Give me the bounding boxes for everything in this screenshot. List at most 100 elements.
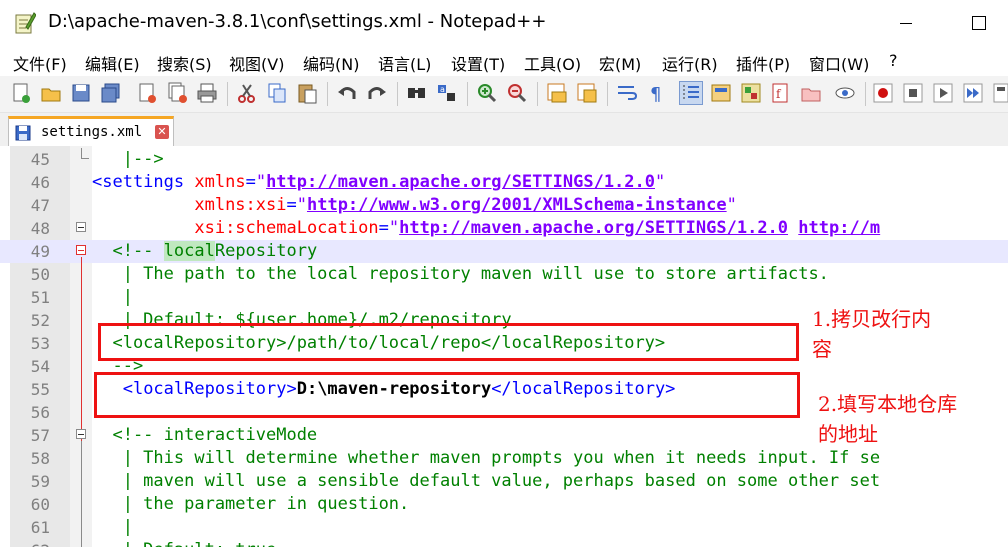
fold-toggle[interactable] [76,222,86,232]
doc-map-icon[interactable] [740,82,762,104]
close-icon[interactable] [136,82,158,104]
code-line: <!-- localRepository [92,241,318,261]
editor-line: 47 xmlns:xsi="http://www.w3.org/2001/XML… [0,194,1008,217]
menu-search[interactable]: 搜索(S) [157,51,212,75]
copy-icon[interactable] [266,82,288,104]
annotation-box-local-repo [94,372,800,418]
code-line: | [92,287,133,307]
line-number: 46 [30,173,50,192]
zoom-in-icon[interactable] [476,82,498,104]
menu-file[interactable]: 文件(F) [13,51,67,75]
line-number: 50 [30,265,50,284]
function-list-icon[interactable]: f [770,82,792,104]
maximize-button[interactable] [958,10,998,36]
code-line: | This will determine whether maven prom… [92,448,881,468]
indent-guide-icon[interactable] [679,81,703,105]
line-number: 51 [30,288,50,307]
close-all-icon[interactable] [166,82,188,104]
toolbar-separator [327,82,328,106]
svg-text:a: a [440,85,445,94]
tab-settings-xml[interactable]: settings.xml ✕ [8,116,174,146]
tab-bar: settings.xml ✕ [0,113,1008,147]
menu-tools[interactable]: 工具(O) [524,51,581,75]
annotation-box-copy [98,323,799,361]
save-icon[interactable] [70,82,92,104]
undo-icon[interactable] [336,82,358,104]
code-line: | the parameter in question. [92,494,410,514]
editor-line: 59 | maven will use a sensible default v… [0,470,1008,493]
menu-encoding[interactable]: 编码(N) [303,51,359,75]
save-all-icon[interactable] [100,82,122,104]
menu-language[interactable]: 语言(L) [378,51,431,75]
print-icon[interactable] [196,82,218,104]
line-number: 56 [30,403,50,422]
line-number: 53 [30,334,50,353]
sync-h-icon[interactable] [576,82,598,104]
svg-text:¶: ¶ [650,84,661,104]
editor-line: 60 | the parameter in question. [0,493,1008,516]
cut-icon[interactable] [236,82,258,104]
annotation-copy-line: 1.拷贝改行内 容 [812,307,932,361]
menu-edit[interactable]: 编辑(E) [85,51,140,75]
record-macro-icon[interactable] [872,82,894,104]
line-number: 57 [30,426,50,445]
redo-icon[interactable] [366,82,388,104]
line-number: 54 [30,357,50,376]
editor-line: 62 | Default: true [0,539,1008,547]
word-wrap-icon[interactable] [616,82,638,104]
show-all-chars-icon[interactable]: ¶ [646,82,668,104]
udl-icon[interactable] [710,82,732,104]
line-number: 49 [30,242,50,261]
menu-help[interactable]: ? [889,51,898,70]
toolbar-separator [227,82,228,106]
menu-view[interactable]: 视图(V) [229,51,284,75]
toolbar-separator [397,82,398,106]
run-macro-multiple-icon[interactable] [962,82,984,104]
code-line: | The path to the local repository maven… [92,264,829,284]
new-file-icon[interactable] [10,82,32,104]
annotation-local-repo-path: 2.填写本地仓库 的地址 [818,392,958,446]
minimize-button[interactable] [886,10,926,36]
code-line: <!-- interactiveMode [92,425,318,445]
menu-run[interactable]: 运行(R) [662,51,718,75]
editor-line: 45 |--> [0,148,1008,171]
menu-settings[interactable]: 设置(T) [451,51,505,75]
replace-icon[interactable]: a [436,82,458,104]
line-number: 47 [30,196,50,215]
line-number: 52 [30,311,50,330]
code-line: xmlns:xsi="http://www.w3.org/2001/XMLSch… [194,195,737,215]
tab-label: settings.xml [41,124,143,140]
editor-line: 46 <settings xmlns="http://maven.apache.… [0,171,1008,194]
line-number: 55 [30,380,50,399]
open-file-icon[interactable] [40,82,62,104]
editor-line: 58 | This will determine whether maven p… [0,447,1008,470]
paste-icon[interactable] [296,82,318,104]
notepadpp-icon [15,12,36,34]
folder-workspace-icon[interactable] [800,82,822,104]
play-macro-icon[interactable] [932,82,954,104]
toolbar-separator [865,82,866,106]
toolbar-separator [537,82,538,106]
menu-macro[interactable]: 宏(M) [599,51,641,75]
zoom-out-icon[interactable] [506,82,528,104]
code-line: | maven will use a sensible default valu… [92,471,881,491]
stop-record-icon[interactable] [902,82,924,104]
find-icon[interactable] [406,82,428,104]
sync-v-icon[interactable] [546,82,568,104]
monitor-icon[interactable] [834,82,856,104]
title-bar: D:\apache-maven-3.8.1\conf\settings.xml … [0,0,1008,46]
menu-bar: 文件(F) 编辑(E) 搜索(S) 视图(V) 编码(N) 语言(L) 设置(T… [0,48,1008,74]
menu-plugins[interactable]: 插件(P) [736,51,790,75]
save-macro-icon[interactable] [992,82,1008,104]
code-line: <settings xmlns="http://maven.apache.org… [92,172,666,192]
editor-line-active: 49 <!-- localRepository [0,240,1008,263]
editor-line: 48 xsi:schemaLocation="http://maven.apac… [0,217,1008,240]
code-line: | Default: true [92,539,277,547]
toolbar-separator [467,82,468,106]
fold-toggle[interactable] [76,245,86,255]
fold-toggle[interactable] [76,429,86,439]
menu-window[interactable]: 窗口(W) [809,51,869,75]
tab-close-icon[interactable]: ✕ [155,125,169,139]
toolbar-separator [607,82,608,106]
line-number: 62 [10,539,50,547]
